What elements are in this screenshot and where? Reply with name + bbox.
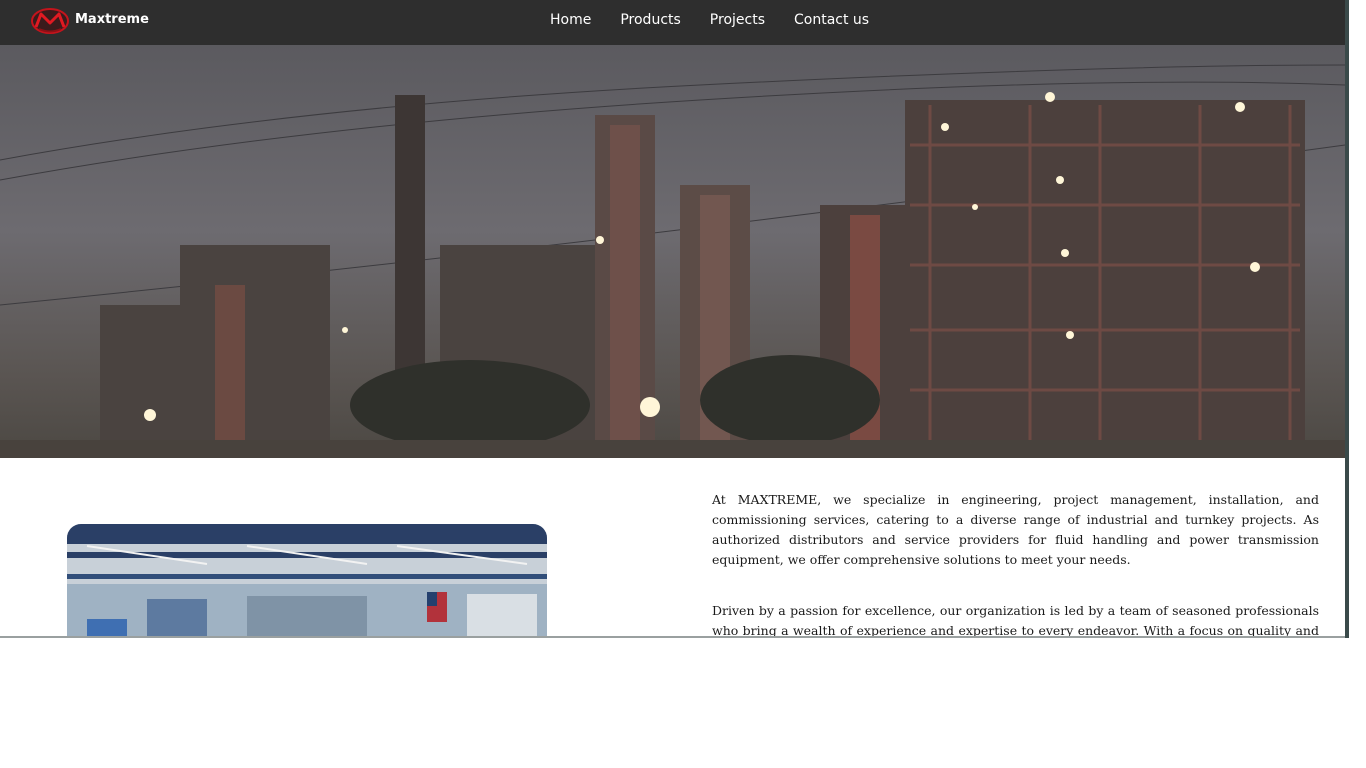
nav-contact-us[interactable]: Contact us xyxy=(794,12,869,28)
nav-products[interactable]: Products xyxy=(620,12,680,28)
about-text: At MAXTREME, we specialize in engineerin… xyxy=(712,490,1319,638)
nav-home[interactable]: Home xyxy=(550,12,591,28)
about-section: At MAXTREME, we specialize in engineerin… xyxy=(0,458,1345,638)
brand-name[interactable]: Maxtreme xyxy=(75,12,149,27)
page-viewport: Maxtreme Home Products Projects Contact … xyxy=(0,0,1349,638)
about-paragraph: Driven by a passion for excellence, our … xyxy=(712,603,1319,638)
viewport-bottom-edge xyxy=(0,636,1349,638)
hero-banner xyxy=(0,45,1345,458)
about-paragraph: At MAXTREME, we specialize in engineerin… xyxy=(712,492,1319,567)
factory-interior-photo xyxy=(67,524,547,638)
nav-projects[interactable]: Projects xyxy=(710,12,765,28)
scrollbar[interactable] xyxy=(1345,0,1349,638)
main-nav: Home Products Projects Contact us xyxy=(550,12,869,28)
industrial-refinery-night-photo xyxy=(0,64,1345,458)
maxtreme-logo-icon[interactable] xyxy=(30,7,70,35)
top-navbar: Maxtreme Home Products Projects Contact … xyxy=(0,0,1345,45)
